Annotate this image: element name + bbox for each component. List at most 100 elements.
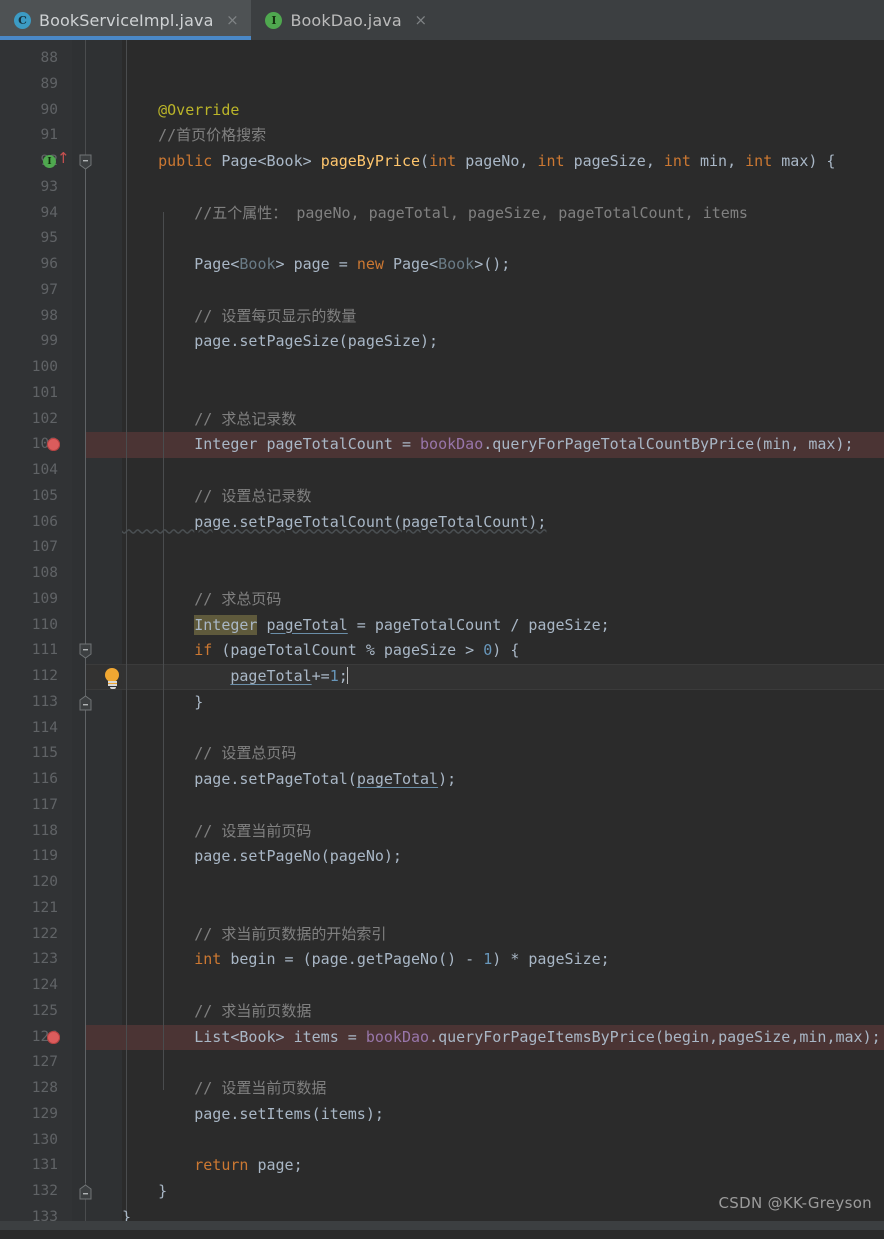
code-line[interactable]: 124 bbox=[0, 973, 884, 999]
line-number: 100 bbox=[31, 359, 58, 375]
code-line[interactable]: 103 Integer pageTotalCount = bookDao.que… bbox=[0, 432, 884, 458]
code-line[interactable]: 102 // 求总记录数 bbox=[0, 407, 884, 433]
code-line[interactable]: 96 Page<Book> page = new Page<Book>(); bbox=[0, 252, 884, 278]
line-background bbox=[86, 535, 884, 561]
code-line[interactable]: 94 //五个属性： pageNo, pageTotal, pageSize, … bbox=[0, 201, 884, 227]
line-text[interactable]: // 设置每页显示的数量 bbox=[122, 304, 884, 330]
line-text[interactable]: //首页价格搜索 bbox=[122, 123, 884, 149]
fold-expand-icon[interactable] bbox=[79, 1184, 92, 1204]
line-number: 120 bbox=[31, 874, 58, 890]
code-line[interactable]: 117 bbox=[0, 793, 884, 819]
line-number: 132 bbox=[31, 1183, 58, 1199]
tab-book-service-impl[interactable]: C BookServiceImpl.java × bbox=[0, 0, 252, 40]
code-line[interactable]: 101 bbox=[0, 381, 884, 407]
code-line[interactable]: 106 page.setPageTotalCount(pageTotalCoun… bbox=[0, 510, 884, 536]
breakpoint-icon[interactable] bbox=[47, 438, 60, 452]
line-text[interactable]: if (pageTotalCount % pageSize > 0) { bbox=[122, 638, 884, 664]
code-line[interactable]: 111 if (pageTotalCount % pageSize > 0) { bbox=[0, 638, 884, 664]
code-line[interactable]: 88 bbox=[0, 46, 884, 72]
code-line[interactable]: 90 @Override bbox=[0, 98, 884, 124]
line-text[interactable]: page.setPageTotalCount(pageTotalCount); bbox=[122, 510, 884, 536]
code-line[interactable]: 97 bbox=[0, 278, 884, 304]
line-text[interactable]: // 设置总页码 bbox=[122, 741, 884, 767]
line-number: 116 bbox=[31, 771, 58, 787]
line-background bbox=[86, 175, 884, 201]
line-background bbox=[86, 1050, 884, 1076]
line-number: 130 bbox=[31, 1131, 58, 1148]
line-text[interactable]: page.setPageNo(pageNo); bbox=[122, 844, 884, 870]
line-text[interactable]: Integer pageTotalCount = bookDao.queryFo… bbox=[122, 432, 884, 458]
line-background bbox=[86, 1128, 884, 1154]
close-icon[interactable]: × bbox=[414, 12, 428, 28]
code-line[interactable]: 123 int begin = (page.getPageNo() - 1) *… bbox=[0, 947, 884, 973]
code-line[interactable]: 115 // 设置总页码 bbox=[0, 741, 884, 767]
code-line[interactable]: 89 bbox=[0, 72, 884, 98]
line-number: 97 bbox=[40, 281, 58, 298]
line-text[interactable]: Integer pageTotal = pageTotalCount / pag… bbox=[122, 613, 884, 639]
code-line[interactable]: 98 // 设置每页显示的数量 bbox=[0, 304, 884, 330]
code-line[interactable]: 95 bbox=[0, 226, 884, 252]
code-line[interactable]: 130 bbox=[0, 1128, 884, 1154]
breakpoint-icon[interactable] bbox=[47, 1030, 60, 1044]
line-background bbox=[86, 561, 884, 587]
code-line[interactable]: 127 bbox=[0, 1050, 884, 1076]
line-text[interactable]: // 求总页码 bbox=[122, 587, 884, 613]
line-text[interactable]: // 设置总记录数 bbox=[122, 484, 884, 510]
code-line[interactable]: 122 // 求当前页数据的开始索引 bbox=[0, 922, 884, 948]
line-text[interactable]: return page; bbox=[122, 1153, 884, 1179]
code-line[interactable]: 128 // 设置当前页数据 bbox=[0, 1076, 884, 1102]
code-line[interactable]: 118 // 设置当前页码 bbox=[0, 819, 884, 845]
code-line[interactable]: 126 List<Book> items = bookDao.queryForP… bbox=[0, 1024, 884, 1051]
code-line[interactable]: 121 bbox=[0, 896, 884, 922]
code-line[interactable]: 93 bbox=[0, 175, 884, 201]
code-line[interactable]: 129 page.setItems(items); bbox=[0, 1102, 884, 1128]
code-line[interactable]: 113 } bbox=[0, 690, 884, 716]
tab-book-dao[interactable]: I BookDao.java × bbox=[251, 0, 440, 40]
line-text[interactable]: Page<Book> page = new Page<Book>(); bbox=[122, 252, 884, 278]
line-text[interactable]: // 求当前页数据的开始索引 bbox=[122, 922, 884, 948]
intention-bulb-icon[interactable] bbox=[105, 668, 120, 689]
fold-collapse-icon[interactable] bbox=[79, 154, 92, 174]
code-line[interactable]: 125 // 求当前页数据 bbox=[0, 999, 884, 1025]
code-line[interactable]: 114 bbox=[0, 716, 884, 742]
code-line[interactable]: 109 // 求总页码 bbox=[0, 587, 884, 613]
line-text[interactable]: @Override bbox=[122, 98, 884, 124]
fold-expand-icon[interactable] bbox=[79, 695, 92, 715]
line-text[interactable]: } bbox=[122, 690, 884, 716]
line-number: 95 bbox=[40, 230, 58, 247]
line-number: 124 bbox=[31, 977, 58, 993]
code-line[interactable]: 104 bbox=[0, 458, 884, 484]
line-text[interactable]: // 求当前页数据 bbox=[122, 999, 884, 1025]
line-text[interactable]: int begin = (page.getPageNo() - 1) * pag… bbox=[122, 947, 884, 973]
code-line[interactable]: 107 bbox=[0, 535, 884, 561]
code-line[interactable]: 108 bbox=[0, 561, 884, 587]
line-number: 102 bbox=[31, 410, 58, 427]
code-line[interactable]: 119 page.setPageNo(pageNo); bbox=[0, 844, 884, 870]
code-line[interactable]: 116 page.setPageTotal(pageTotal); bbox=[0, 767, 884, 793]
code-line[interactable]: 131 return page; bbox=[0, 1153, 884, 1179]
override-arrow-icon[interactable]: ↑ bbox=[57, 151, 70, 166]
code-line[interactable]: 120 bbox=[0, 870, 884, 896]
fold-collapse-icon[interactable] bbox=[79, 643, 92, 663]
line-text[interactable]: page.setPageTotal(pageTotal); bbox=[122, 767, 884, 793]
line-text[interactable]: //五个属性： pageNo, pageTotal, pageSize, pag… bbox=[122, 201, 884, 227]
line-text[interactable]: List<Book> items = bookDao.queryForPageI… bbox=[122, 1025, 884, 1051]
line-text[interactable]: page.setItems(items); bbox=[122, 1102, 884, 1128]
line-text[interactable]: // 求总记录数 bbox=[122, 407, 884, 433]
code-line[interactable]: 105 // 设置总记录数 bbox=[0, 484, 884, 510]
line-number: 104 bbox=[31, 462, 58, 478]
implementing-method-icon[interactable]: I bbox=[43, 155, 56, 168]
line-text[interactable]: pageTotal+=1; bbox=[122, 664, 884, 690]
line-text[interactable]: public Page<Book> pageByPrice(int pageNo… bbox=[122, 149, 884, 175]
code-line[interactable]: 92 public Page<Book> pageByPrice(int pag… bbox=[0, 149, 884, 175]
code-line[interactable]: 100 bbox=[0, 355, 884, 381]
code-line[interactable]: 112 pageTotal+=1; bbox=[0, 664, 884, 690]
code-line[interactable]: 91 //首页价格搜索 bbox=[0, 123, 884, 149]
close-icon[interactable]: × bbox=[225, 12, 239, 28]
line-text[interactable]: // 设置当前页码 bbox=[122, 819, 884, 845]
code-editor[interactable]: 888990 @Override91 //首页价格搜索92 public Pag… bbox=[0, 40, 884, 1230]
code-line[interactable]: 99 page.setPageSize(pageSize); bbox=[0, 329, 884, 355]
line-text[interactable]: page.setPageSize(pageSize); bbox=[122, 329, 884, 355]
code-line[interactable]: 110 Integer pageTotal = pageTotalCount /… bbox=[0, 613, 884, 639]
line-text[interactable]: // 设置当前页数据 bbox=[122, 1076, 884, 1102]
